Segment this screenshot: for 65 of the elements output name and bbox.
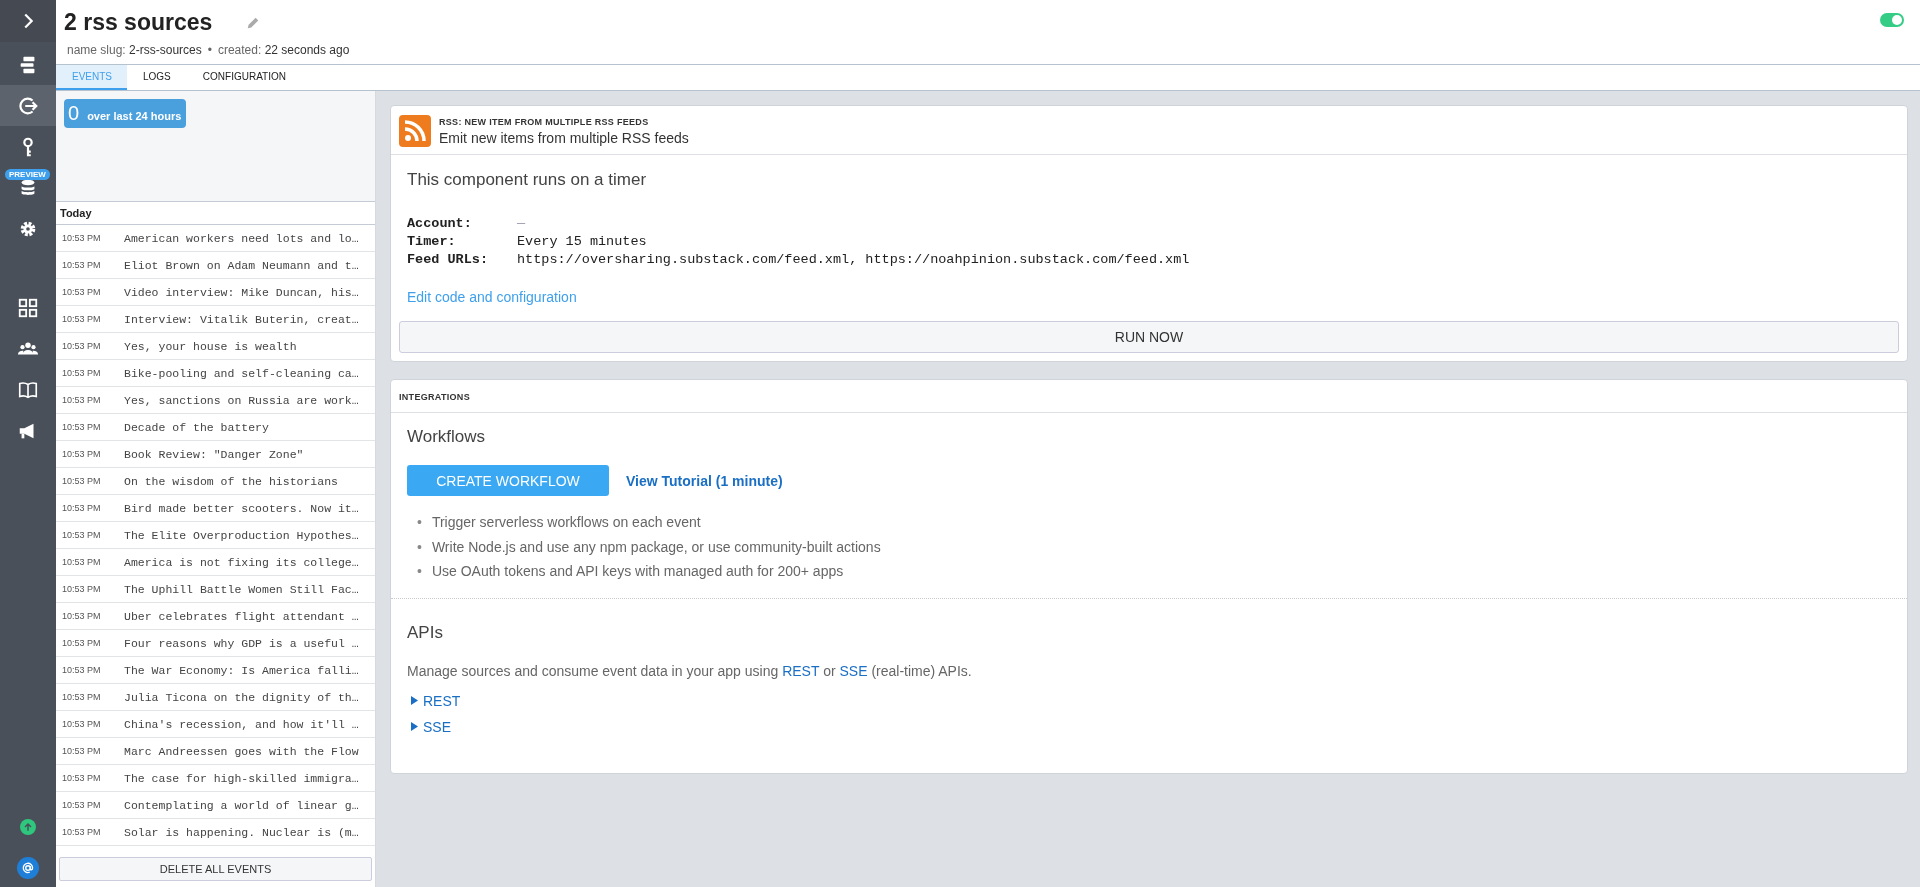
feature-bullet: Trigger serverless workflows on each event [431, 513, 701, 532]
apis-description: Manage sources and consume event data in your app using REST or SSE (real-time) APIs. [407, 662, 973, 679]
event-count-badge: 0 over last 24 hours [64, 99, 187, 128]
event-row[interactable]: 10:53 PM Solar is happening. Nuclear is (m… [56, 819, 375, 846]
event-row[interactable]: 10:53 PM Video interview: Mike Duncan, his… [56, 279, 375, 306]
event-row[interactable]: 10:53 PM Contemplating a world of linear g… [56, 792, 375, 819]
event-row[interactable]: 10:53 PM On the wisdom of the historians [56, 468, 375, 495]
component-type: RSS: NEW ITEM FROM MULTIPLE RSS FEEDS [439, 116, 650, 127]
event-row[interactable]: 10:53 PM Four reasons why GDP is a useful … [56, 630, 375, 657]
timer-heading: This component runs on a timer [407, 170, 648, 190]
caret-icon [411, 696, 418, 705]
property-label: Timer: [407, 234, 457, 249]
property-value: https://oversharing.substack.com/feed.xml, https://noahpinion.substack.com/feed.xml [517, 252, 1191, 267]
run-now-button[interactable]: RUN NOW [399, 321, 1899, 353]
event-row[interactable]: 10:53 PM The War Economy: Is America falli… [56, 657, 375, 684]
sse-link[interactable]: SSE [839, 662, 868, 679]
rest-link[interactable]: REST [782, 662, 820, 679]
feature-bullet: Use OAuth tokens and API keys with managed auth for 200+ apps [431, 562, 844, 581]
at-sign-icon[interactable] [17, 857, 39, 879]
event-row[interactable]: 10:53 PM Eliot Brown on Adam Neumann and t… [56, 252, 375, 279]
component-description: Emit new items from multiple RSS feeds [439, 129, 689, 146]
separator-dot: • [207, 43, 212, 57]
workflows-heading: Workflows [407, 427, 487, 447]
tab[interactable]: CONFIGURATION [186, 65, 302, 90]
property-label: Account: [407, 216, 473, 231]
event-row[interactable]: 10:53 PM Decade of the battery [56, 414, 375, 441]
event-row[interactable]: 10:53 PM Yes, your house is wealth [56, 333, 375, 360]
event-row[interactable]: 10:53 PM Book Review: "Danger Zone" [56, 441, 375, 468]
bullet-marker: • [417, 562, 422, 581]
event-row[interactable]: 10:53 PM American workers need lots and lo… [56, 225, 375, 252]
tab[interactable]: LOGS [127, 65, 187, 90]
event-row[interactable]: 10:53 PM Uber celebrates flight attendant … [56, 603, 375, 630]
group-heading: Today [56, 202, 375, 225]
expandable-section[interactable]: REST [407, 692, 461, 709]
property-value: — [517, 216, 527, 231]
grid-icon [17, 296, 39, 319]
created-label: created: 22 seconds ago [217, 43, 350, 57]
event-row[interactable]: 10:53 PM The Uphill Battle Women Still Fac… [56, 576, 375, 603]
event-row[interactable]: 10:53 PM Bike-pooling and self-cleaning ca… [56, 360, 375, 387]
event-row[interactable]: 10:53 PM The case for high-skilled immigra… [56, 765, 375, 792]
event-row[interactable]: 10:53 PM Interview: Vitalik Buterin, creat… [56, 306, 375, 333]
delete-all-events-button[interactable]: DELETE ALL EVENTS [59, 857, 372, 881]
event-row[interactable]: 10:53 PM Yes, sanctions on Russia are work… [56, 387, 375, 414]
event-row[interactable]: 10:53 PM Marc Andreessen goes with the Flow [56, 738, 375, 765]
event-row[interactable]: 10:53 PM China's recession, and how it'll … [56, 711, 375, 738]
feature-bullet: Write Node.js and use any npm package, or use community-built actions [431, 537, 881, 557]
integrations-heading: INTEGRATIONS [391, 380, 1907, 413]
bullet-marker: • [417, 513, 422, 532]
preview-badge: PREVIEW [5, 169, 50, 180]
expandable-section[interactable]: SSE [407, 718, 451, 735]
sidebar-item[interactable] [0, 85, 56, 126]
slug-label: name slug: 2-rss-sources [67, 43, 202, 57]
caret-icon [411, 722, 418, 731]
bullet-marker: • [417, 537, 422, 557]
property-value: Every 15 minutes [517, 234, 648, 249]
event-row[interactable]: 10:53 PM Bird made better scooters. Now it… [56, 495, 375, 522]
rss-icon [399, 115, 431, 147]
apis-heading: APIs [407, 622, 444, 643]
event-row[interactable]: 10:53 PM America is not fixing its college… [56, 549, 375, 576]
view-tutorial-link[interactable]: View Tutorial (1 minute) [626, 472, 783, 489]
event-row[interactable]: 10:53 PM Julia Ticona on the dignity of th… [56, 684, 375, 711]
active-toggle[interactable] [1880, 13, 1904, 27]
page-title: 2 rss sources [64, 9, 213, 36]
property-label: Feed URLs: [407, 252, 489, 267]
event-row[interactable]: 10:53 PM The Elite Overproduction Hypothes… [56, 522, 375, 549]
